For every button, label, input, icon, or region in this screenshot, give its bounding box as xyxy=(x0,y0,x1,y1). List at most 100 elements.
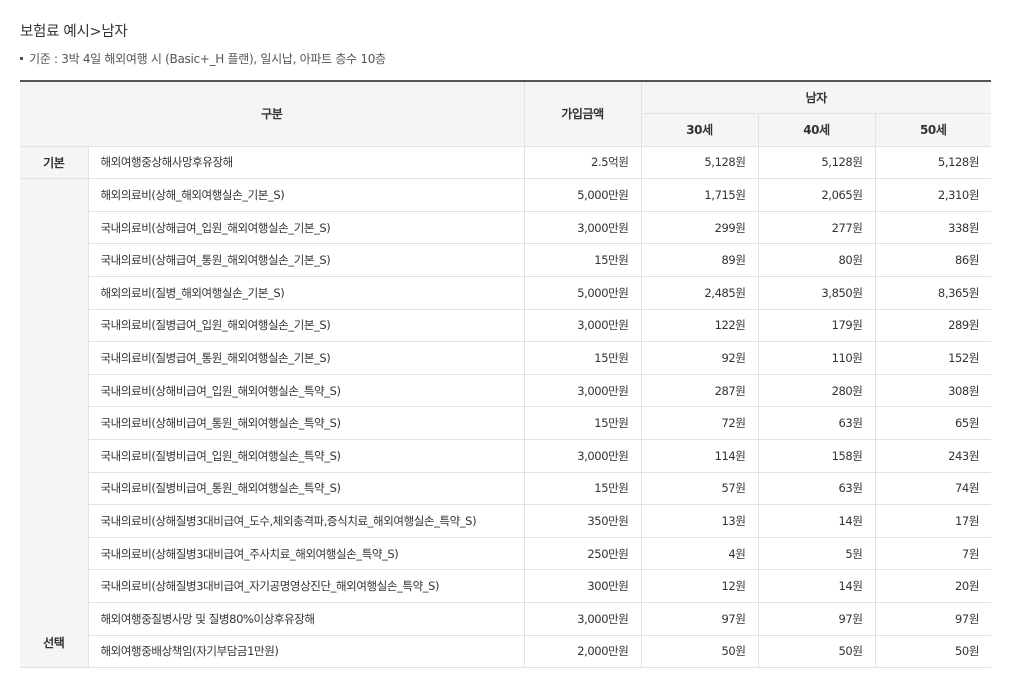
insured-amount: 2.5억원 xyxy=(523,146,641,180)
page-title: 보험료 예시>남자 xyxy=(20,24,128,40)
table-row: 해외여행중배상책임(자기부담금1만원) 2,000만원 50원 50원 50원 xyxy=(20,635,992,669)
insured-amount: 3,000만원 xyxy=(523,211,641,245)
premium-40: 50원 xyxy=(757,635,875,669)
premium-30: 13원 xyxy=(640,504,758,538)
premium-30: 89원 xyxy=(640,243,758,278)
premium-40: 14원 xyxy=(757,569,875,603)
insured-amount: 3,000만원 xyxy=(523,602,641,636)
premium-50: 243원 xyxy=(874,439,992,473)
premium-40: 97원 xyxy=(757,602,875,636)
insured-amount: 15만원 xyxy=(523,243,641,278)
basis-text: 기준 : 3박 4일 해외여행 시 (Basic+_H 플랜), 일시납, 아파… xyxy=(29,52,386,66)
coverage-name: 국내의료비(질병급여_통원_해외여행실손_기본_S) xyxy=(87,341,524,375)
category-basic: 기본 xyxy=(20,146,88,180)
header-gender: 남자 xyxy=(640,80,992,115)
premium-50: 2,310원 xyxy=(874,178,992,212)
premium-40: 63원 xyxy=(757,472,875,506)
table-row: 국내의료비(상해급여_통원_해외여행실손_기본_S) 15만원 89원 80원 86원 xyxy=(20,243,992,278)
premium-40: 3,850원 xyxy=(757,276,875,310)
table-row: 해외의료비(질병_해외여행실손_기본_S) 5,000만원 2,485원 3,850원… xyxy=(20,276,992,310)
insured-amount: 5,000만원 xyxy=(523,178,641,212)
table-row: 국내의료비(질병급여_입원_해외여행실손_기본_S) 3,000만원 122원 179… xyxy=(20,309,992,343)
coverage-name: 국내의료비(상해급여_통원_해외여행실손_기본_S) xyxy=(87,243,524,278)
premium-30: 114원 xyxy=(640,439,758,473)
premium-table: 구분 가입금액 남자 30세 40세 50세 기본 해외여행중상해사망후유장해 2.… xyxy=(20,79,992,669)
premium-40: 5원 xyxy=(757,537,875,571)
premium-30: 2,485원 xyxy=(640,276,758,310)
table-row: 국내의료비(상해비급여_입원_해외여행실손_특약_S) 3,000만원 287원 28… xyxy=(20,374,992,408)
insured-amount: 15만원 xyxy=(523,406,641,441)
table-row: 국내의료비(상해급여_입원_해외여행실손_기본_S) 3,000만원 299원 277… xyxy=(20,211,992,245)
coverage-name: 국내의료비(질병비급여_입원_해외여행실손_특약_S) xyxy=(87,439,524,473)
coverage-name: 해외여행중배상책임(자기부담금1만원) xyxy=(87,635,524,669)
table-row: 국내의료비(상해질병3대비급여_도수,체외충격파,증식치료_해외여행실손_특약_… xyxy=(20,504,992,538)
table-header: 구분 가입금액 남자 30세 40세 50세 xyxy=(20,79,992,147)
basis-note: 기준 : 3박 4일 해외여행 시 (Basic+_H 플랜), 일시납, 아파… xyxy=(20,50,386,67)
table-row: 기본 해외여행중상해사망후유장해 2.5억원 5,128원 5,128원 5,128원 xyxy=(20,146,992,180)
header-age-40: 40세 xyxy=(757,113,875,147)
premium-50: 20원 xyxy=(874,569,992,603)
premium-30: 92원 xyxy=(640,341,758,375)
header-amount: 가입금액 xyxy=(523,79,641,147)
insured-amount: 5,000만원 xyxy=(523,276,641,310)
premium-50: 308원 xyxy=(874,374,992,408)
premium-40: 63원 xyxy=(757,406,875,441)
coverage-name: 국내의료비(상해질병3대비급여_주사치료_해외여행실손_특약_S) xyxy=(87,537,524,571)
coverage-name: 해외의료비(질병_해외여행실손_기본_S) xyxy=(87,276,524,310)
coverage-name: 국내의료비(질병급여_입원_해외여행실손_기본_S) xyxy=(87,309,524,343)
coverage-name: 해외여행중질병사망 및 질병80%이상후유장해 xyxy=(87,602,524,636)
table-row: 선택 해외의료비(상해_해외여행실손_기본_S) 5,000만원 1,715원 2,06… xyxy=(20,178,992,669)
coverage-name: 국내의료비(상해질병3대비급여_도수,체외충격파,증식치료_해외여행실손_특약_… xyxy=(87,504,524,538)
premium-50: 338원 xyxy=(874,211,992,245)
premium-30: 5,128원 xyxy=(640,146,758,180)
table-row: 국내의료비(상해질병3대비급여_주사치료_해외여행실손_특약_S) 250만원 4원… xyxy=(20,537,992,571)
premium-50: 8,365원 xyxy=(874,276,992,310)
premium-30: 12원 xyxy=(640,569,758,603)
premium-30: 1,715원 xyxy=(640,178,758,212)
coverage-name: 해외여행중상해사망후유장해 xyxy=(87,146,524,180)
premium-40: 110원 xyxy=(757,341,875,375)
table-row: 국내의료비(질병급여_통원_해외여행실손_기본_S) 15만원 92원 110원 152… xyxy=(20,341,992,375)
insured-amount: 3,000만원 xyxy=(523,374,641,408)
coverage-name: 국내의료비(상해질병3대비급여_자기공명영상진단_해외여행실손_특약_S) xyxy=(87,569,524,603)
premium-30: 122원 xyxy=(640,309,758,343)
category-optional: 선택 xyxy=(20,178,88,669)
coverage-name: 국내의료비(상해급여_입원_해외여행실손_기본_S) xyxy=(87,211,524,245)
premium-40: 277원 xyxy=(757,211,875,245)
table-row: 국내의료비(상해질병3대비급여_자기공명영상진단_해외여행실손_특약_S) 300… xyxy=(20,569,992,603)
premium-40: 158원 xyxy=(757,439,875,473)
premium-50: 5,128원 xyxy=(874,146,992,180)
table-body: 기본 해외여행중상해사망후유장해 2.5억원 5,128원 5,128원 5,128원 선택… xyxy=(20,146,992,669)
premium-30: 57원 xyxy=(640,472,758,506)
insured-amount: 3,000만원 xyxy=(523,439,641,473)
header-category: 구분 xyxy=(20,79,524,147)
premium-50: 152원 xyxy=(874,341,992,375)
premium-40: 179원 xyxy=(757,309,875,343)
premium-50: 74원 xyxy=(874,472,992,506)
premium-40: 14원 xyxy=(757,504,875,538)
table-row: 국내의료비(질병비급여_통원_해외여행실손_특약_S) 15만원 57원 63원 74원 xyxy=(20,472,992,506)
header-age-50: 50세 xyxy=(874,113,992,147)
premium-40: 280원 xyxy=(757,374,875,408)
table-row: 국내의료비(상해비급여_통원_해외여행실손_특약_S) 15만원 72원 63원 65원 xyxy=(20,406,992,441)
insured-amount: 2,000만원 xyxy=(523,635,641,669)
insured-amount: 350만원 xyxy=(523,504,641,538)
premium-30: 4원 xyxy=(640,537,758,571)
bullet-icon xyxy=(20,57,23,60)
insured-amount: 300만원 xyxy=(523,569,641,603)
coverage-name: 국내의료비(질병비급여_통원_해외여행실손_특약_S) xyxy=(87,472,524,506)
table-row: 해외여행중질병사망 및 질병80%이상후유장해 3,000만원 97원 97원 97원 xyxy=(20,602,992,636)
premium-40: 80원 xyxy=(757,243,875,278)
premium-30: 97원 xyxy=(640,602,758,636)
table-row: 국내의료비(질병비급여_입원_해외여행실손_특약_S) 3,000만원 114원 15… xyxy=(20,439,992,473)
premium-30: 50원 xyxy=(640,635,758,669)
premium-50: 86원 xyxy=(874,243,992,278)
premium-50: 289원 xyxy=(874,309,992,343)
premium-50: 97원 xyxy=(874,602,992,636)
coverage-name: 해외의료비(상해_해외여행실손_기본_S) xyxy=(87,178,524,212)
header-age-30: 30세 xyxy=(640,113,758,147)
premium-50: 50원 xyxy=(874,635,992,669)
insured-amount: 15만원 xyxy=(523,472,641,506)
premium-50: 17원 xyxy=(874,504,992,538)
premium-30: 287원 xyxy=(640,374,758,408)
